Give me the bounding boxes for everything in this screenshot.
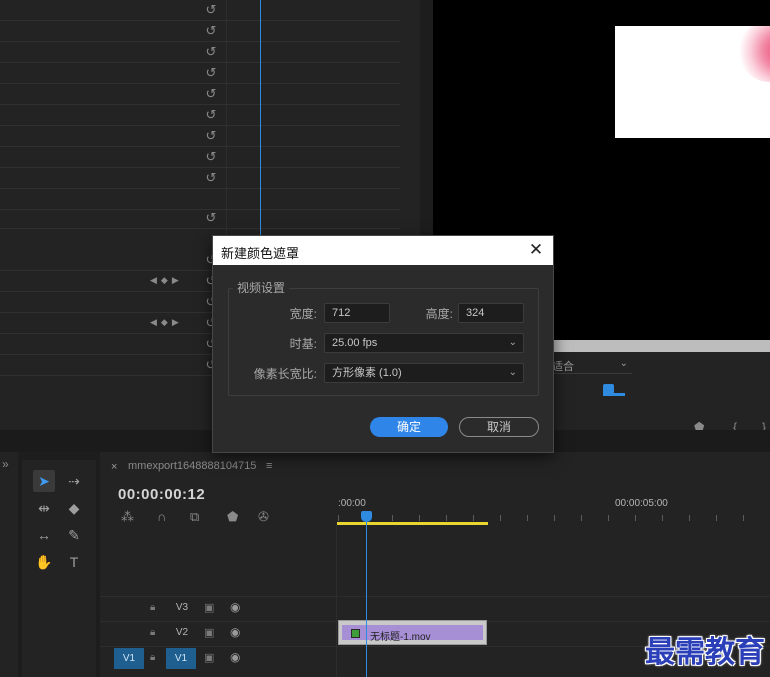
ruler-label: 00:00:05:00 [615, 498, 668, 509]
fx-playhead-line[interactable] [260, 0, 261, 235]
timebase-label: 时基: [289, 337, 317, 351]
keyframe-nav-icon[interactable]: ◀◆▶ [150, 317, 183, 328]
fx-row: ↺ [0, 147, 400, 168]
eye-icon[interactable]: ◉ [230, 625, 240, 639]
cancel-button[interactable]: 取消 [459, 417, 539, 437]
track-lane-v3[interactable] [337, 596, 770, 620]
panel-menu-icon[interactable]: ≡ [266, 460, 272, 472]
new-color-matte-dialog: 新建颜色遮罩 ✕ 视频设置 宽度: 712 高度: 324 时基: 25.00 … [212, 235, 554, 453]
snap-icon[interactable]: ∩ [157, 509, 166, 524]
eye-icon[interactable]: ◉ [230, 600, 240, 614]
type-tool-icon[interactable]: T [63, 551, 85, 573]
close-tab-icon[interactable]: × [111, 461, 117, 473]
timeline-playhead-line [366, 520, 367, 677]
fx-row: ↺ [0, 208, 400, 229]
project-panel [0, 452, 18, 677]
track-header-v3: 🔒︎ V3 ▣ ◉ [100, 596, 336, 620]
watermark: 最需教育 [645, 635, 765, 670]
reset-icon[interactable]: ↺ [204, 108, 218, 122]
wrench-icon[interactable]: ✇ [258, 509, 269, 525]
track-name[interactable]: V2 [170, 627, 194, 638]
fx-row: ↺ [0, 126, 400, 147]
pixel-aspect-select[interactable]: 方形像素 (1.0) ⌄ [324, 363, 524, 383]
fit-label: 适合 [552, 361, 574, 373]
flower-image [739, 26, 770, 82]
fx-row: ↺ [0, 105, 400, 126]
pixel-aspect-value: 方形像素 (1.0) [332, 367, 402, 379]
lock-icon[interactable]: 🔒︎ [150, 627, 155, 638]
dialog-title: 新建颜色遮罩 [221, 246, 300, 261]
reset-icon[interactable]: ↺ [204, 171, 218, 185]
chevron-double-right-icon[interactable]: » [2, 457, 9, 471]
track-name[interactable]: V1 [166, 648, 196, 669]
add-marker-icon[interactable]: ⬟ [227, 509, 238, 525]
razor-tool-icon[interactable]: ◆ [63, 497, 85, 519]
fx-row: ↺ [0, 21, 400, 42]
fx-row: ↺ [0, 84, 400, 105]
film-icon[interactable]: ▣ [204, 626, 214, 639]
pen-tool-icon[interactable]: ✎ [63, 524, 85, 546]
work-area-bar[interactable] [337, 522, 488, 525]
group-label: 视频设置 [233, 279, 290, 296]
height-field[interactable]: 324 [458, 303, 524, 323]
playhead-timecode[interactable]: 00:00:00:12 [118, 486, 205, 503]
linked-selection-icon[interactable]: ⧉ [190, 509, 199, 525]
reset-icon[interactable]: ↺ [204, 87, 218, 101]
film-icon[interactable]: ▣ [204, 651, 214, 664]
nest-icon[interactable]: ⁂ [121, 509, 134, 525]
fit-dropdown[interactable]: 适合 ⌄ [552, 358, 632, 374]
track-select-tool-icon[interactable]: ⇢ [63, 470, 85, 492]
sequence-tab[interactable]: mmexport1648888104715 [128, 460, 256, 472]
fx-badge-icon [351, 629, 360, 638]
track-header-v1: V1 🔒︎ V1 ▣ ◉ [100, 646, 336, 670]
slip-tool-icon[interactable]: ↔ [33, 524, 55, 546]
reset-icon[interactable]: ↺ [204, 211, 218, 225]
chevron-down-icon: ⌄ [508, 337, 517, 348]
ripple-edit-tool-icon[interactable]: ⇹ [33, 497, 55, 519]
film-icon[interactable]: ▣ [204, 601, 214, 614]
width-field[interactable]: 712 [324, 303, 390, 323]
eye-icon[interactable]: ◉ [230, 650, 240, 664]
source-patch-v1[interactable]: V1 [114, 648, 144, 669]
track-header-v2: 🔒︎ V2 ▣ ◉ [100, 621, 336, 645]
ok-button[interactable]: 确定 [370, 417, 448, 437]
fx-row: ↺ [0, 63, 400, 84]
fx-row: ↺ [0, 0, 400, 21]
clip-name: 无标题-1.mov [370, 632, 431, 643]
close-icon[interactable]: ✕ [525, 239, 547, 261]
reset-icon[interactable]: ↺ [204, 45, 218, 59]
timebase-select[interactable]: 25.00 fps ⌄ [324, 333, 524, 353]
selection-tool-icon[interactable]: ➤ [33, 470, 55, 492]
clip-body: 无标题-1.mov [342, 625, 483, 643]
reset-icon[interactable]: ↺ [204, 129, 218, 143]
program-frame [615, 26, 770, 138]
dialog-titlebar[interactable]: 新建颜色遮罩 ✕ [213, 236, 553, 265]
width-label: 宽度: [289, 307, 317, 321]
timebase-value: 25.00 fps [332, 337, 378, 349]
ruler-label: :00:00 [338, 498, 366, 509]
reset-icon[interactable]: ↺ [204, 24, 218, 38]
hand-tool-icon[interactable]: ✋ [33, 551, 55, 573]
reset-icon[interactable]: ↺ [204, 66, 218, 80]
ruler-ticks [338, 515, 770, 521]
track-name[interactable]: V3 [170, 602, 194, 613]
monitor-playhead-bar [603, 393, 625, 396]
lock-icon[interactable]: 🔒︎ [150, 602, 155, 613]
height-label: 高度: [425, 307, 453, 321]
pixel-aspect-label: 像素长宽比: [253, 367, 317, 381]
fx-row: ↺ [0, 42, 400, 63]
fx-row: ↺ [0, 168, 400, 189]
timeline-clip[interactable]: 无标题-1.mov [338, 620, 487, 645]
keyframe-nav-icon[interactable]: ◀◆▶ [150, 275, 183, 286]
chevron-down-icon: ⌄ [508, 367, 517, 378]
fx-row [0, 189, 400, 210]
reset-icon[interactable]: ↺ [204, 150, 218, 164]
reset-icon[interactable]: ↺ [204, 3, 218, 17]
tools-panel: ➤ ⇢ ⇹ ◆ ↔ ✎ ✋ T [22, 460, 96, 677]
lock-icon[interactable]: 🔒︎ [150, 652, 155, 663]
chevron-down-icon: ⌄ [619, 358, 628, 369]
